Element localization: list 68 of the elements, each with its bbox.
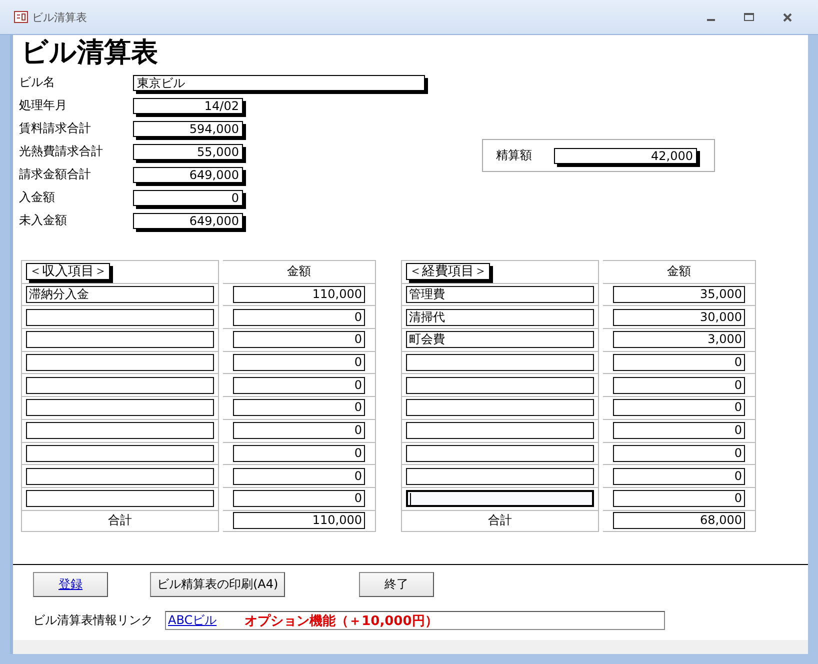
field-label: ビル清算表情報リンク bbox=[33, 612, 153, 629]
amount-field[interactable]: 0 bbox=[233, 490, 365, 508]
amount-field[interactable]: 0 bbox=[613, 354, 745, 372]
close-icon[interactable] bbox=[782, 12, 792, 22]
item-field[interactable]: 管理費 bbox=[406, 286, 594, 304]
amount-field[interactable]: 0 bbox=[233, 331, 365, 348]
text-cursor bbox=[410, 493, 411, 506]
amount-field[interactable]: 0 bbox=[613, 468, 745, 485]
item-field[interactable]: 滞納分入金 bbox=[26, 286, 214, 304]
form-button[interactable]: 終了 bbox=[359, 572, 434, 597]
item-field[interactable] bbox=[406, 399, 594, 416]
amount-field[interactable]: 30,000 bbox=[613, 308, 745, 326]
amount-field[interactable]: 35,000 bbox=[613, 286, 745, 304]
window-title: ビル清算表 bbox=[32, 10, 87, 24]
item-field[interactable] bbox=[406, 490, 594, 508]
amount-field[interactable]: 0 bbox=[233, 354, 365, 372]
field-label: 請求金額合計 bbox=[19, 166, 92, 183]
item-field[interactable] bbox=[406, 354, 594, 372]
amount-field[interactable]: 0 bbox=[613, 444, 745, 462]
field-label: 処理年月 bbox=[19, 97, 68, 114]
column-header: ＜収入項目＞ bbox=[26, 263, 110, 280]
item-field[interactable] bbox=[26, 354, 214, 372]
item-field[interactable] bbox=[406, 376, 594, 394]
item-field[interactable] bbox=[26, 422, 214, 440]
total-label: 合計 bbox=[488, 512, 512, 530]
amount-field[interactable]: 0 bbox=[613, 376, 745, 394]
hyperlink[interactable]: ABCビル bbox=[168, 612, 217, 629]
total-label: 合計 bbox=[108, 512, 132, 530]
field-label: 入金額 bbox=[19, 189, 56, 206]
item-field[interactable]: 清掃代 bbox=[406, 308, 594, 326]
form-heading: ビル清算表 bbox=[21, 37, 159, 69]
item-field[interactable] bbox=[26, 468, 214, 485]
field-label: 賃料請求合計 bbox=[19, 120, 92, 137]
item-field[interactable] bbox=[26, 376, 214, 394]
field-label: 未入金額 bbox=[19, 212, 68, 229]
item-field[interactable] bbox=[406, 468, 594, 485]
amount-field[interactable]: 0 bbox=[613, 422, 745, 440]
amount-field[interactable]: 110,000 bbox=[233, 286, 365, 304]
item-field[interactable]: 町会費 bbox=[406, 331, 594, 348]
amount-field[interactable]: 0 bbox=[233, 376, 365, 394]
total-field[interactable]: 110,000 bbox=[233, 512, 365, 530]
field-label: 光熱費請求合計 bbox=[19, 143, 104, 160]
option-note: オプション機能（＋10,000円） bbox=[244, 612, 438, 630]
total-field[interactable]: 68,000 bbox=[613, 512, 745, 530]
field-label: 精算額 bbox=[496, 147, 532, 164]
form-button[interactable]: ビル精算表の印刷(A4) bbox=[150, 572, 286, 597]
amount-field[interactable]: 0 bbox=[233, 308, 365, 326]
column-header: ＜経費項目＞ bbox=[406, 263, 490, 280]
field-label: ビル名 bbox=[19, 74, 56, 91]
form-button[interactable]: 登録 bbox=[33, 572, 108, 597]
item-field[interactable] bbox=[26, 331, 214, 348]
form-icon bbox=[14, 11, 28, 23]
item-field[interactable] bbox=[26, 444, 214, 462]
column-header: 金額 bbox=[287, 263, 311, 280]
amount-field[interactable]: 0 bbox=[613, 490, 745, 508]
amount-field[interactable]: 0 bbox=[233, 468, 365, 485]
amount-field[interactable]: 0 bbox=[233, 399, 365, 416]
item-field[interactable] bbox=[406, 422, 594, 440]
item-field[interactable] bbox=[26, 399, 214, 416]
item-field[interactable] bbox=[26, 308, 214, 326]
amount-field[interactable]: 3,000 bbox=[613, 331, 745, 348]
item-field[interactable] bbox=[406, 444, 594, 462]
amount-field[interactable]: 0 bbox=[233, 422, 365, 440]
amount-field[interactable]: 0 bbox=[233, 444, 365, 462]
column-header: 金額 bbox=[667, 263, 691, 280]
maximize-icon[interactable] bbox=[744, 13, 754, 21]
amount-field[interactable]: 0 bbox=[613, 399, 745, 416]
item-field[interactable] bbox=[26, 490, 214, 508]
